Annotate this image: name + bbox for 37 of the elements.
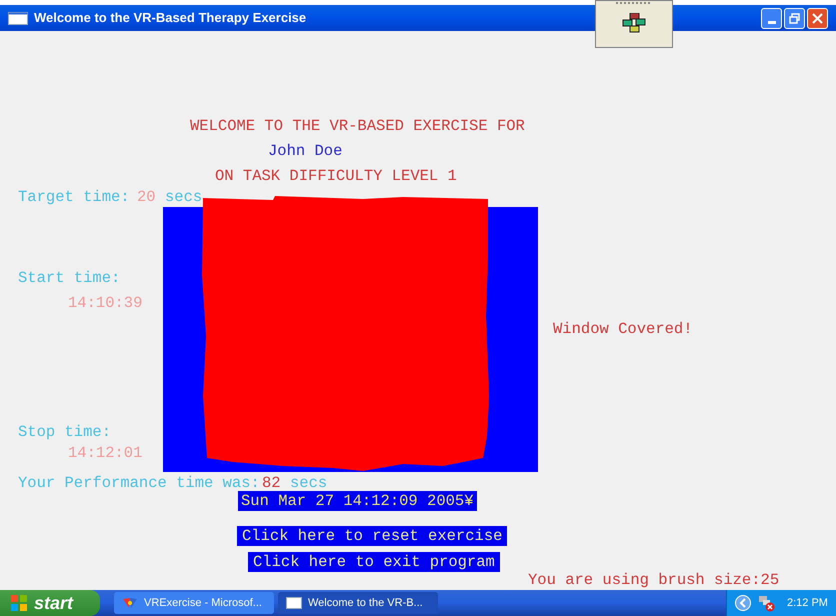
- floating-toolbar[interactable]: [595, 0, 673, 48]
- date-display: Sun Mar 27 14:12:09 2005¥: [238, 491, 477, 511]
- minimize-icon: [768, 20, 776, 24]
- restore-icon: [789, 12, 800, 24]
- windows-logo-icon: [10, 594, 28, 612]
- stop-time-label: Stop time:: [18, 423, 112, 441]
- target-time-label: Target time:: [18, 188, 130, 206]
- close-icon: [812, 12, 823, 24]
- chevron-left-icon[interactable]: [735, 595, 751, 611]
- app-icon: [122, 596, 138, 610]
- network-warning-icon[interactable]: [757, 594, 775, 612]
- start-time-label: Start time:: [18, 269, 120, 287]
- stop-time-value: 14:12:01: [68, 444, 142, 462]
- patient-name: John Doe: [268, 142, 342, 160]
- window-title: Welcome to the VR-Based Therapy Exercise: [34, 9, 306, 28]
- start-time-value: 14:10:39: [68, 294, 142, 312]
- target-time-unit: secs: [165, 188, 202, 206]
- performance-unit: secs: [290, 474, 328, 492]
- exit-button[interactable]: Click here to exit program: [248, 552, 500, 572]
- window-status: Window Covered!: [553, 320, 693, 338]
- welcome-heading: WELCOME TO THE VR-BASED EXERCISE FOR: [190, 117, 525, 135]
- window-icon: [8, 12, 28, 24]
- close-button[interactable]: [807, 8, 828, 28]
- taskbar-button[interactable]: Welcome to the VR-B...: [278, 592, 438, 614]
- network-icon: [622, 13, 646, 33]
- brush-size-label: You are using brush size:25: [528, 571, 780, 589]
- performance-value: 82: [262, 474, 281, 492]
- reset-button[interactable]: Click here to reset exercise: [237, 526, 508, 546]
- start-button[interactable]: start: [0, 590, 100, 616]
- taskbar-button[interactable]: VRExercise - Microsof...: [114, 592, 274, 614]
- difficulty-level: ON TASK DIFFICULTY LEVEL 1: [215, 167, 457, 185]
- minimize-button[interactable]: [761, 8, 782, 28]
- target-time-value: 20: [137, 188, 156, 206]
- performance-label: Your Performance time was:: [18, 474, 260, 492]
- restore-button[interactable]: [784, 8, 805, 28]
- clock: 2:12 PM: [787, 596, 828, 611]
- window-icon: [286, 597, 302, 609]
